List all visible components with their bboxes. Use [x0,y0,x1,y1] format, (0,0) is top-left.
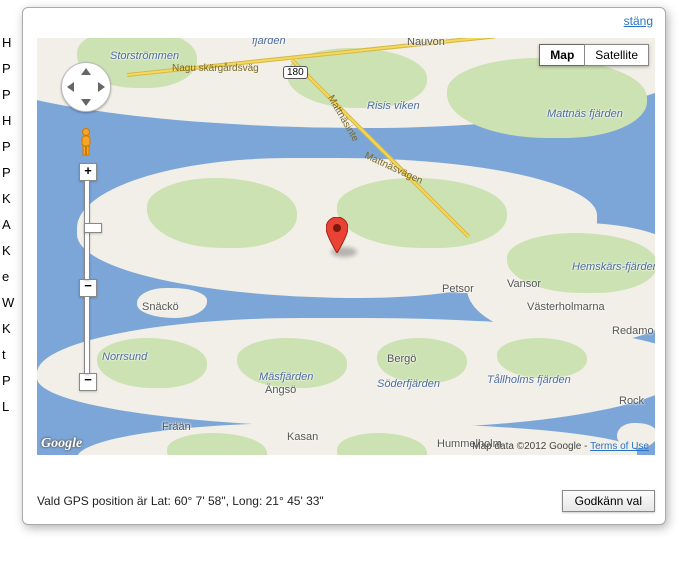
background-page-fragments: HPP HPP KAK eWK tPL [0,30,14,420]
place-label: Norrsund [102,351,147,363]
zoom-out-button[interactable]: − [79,279,97,297]
map-marker-icon[interactable] [326,217,348,253]
map-type-control: Map Satellite [539,44,649,66]
place-label: Rock [619,395,644,407]
place-label: Söderfjärden [377,378,440,390]
place-label: fjärden [252,38,286,47]
place-label: Kasan [287,431,318,443]
zoom-slider-thumb[interactable] [84,223,102,233]
map-attribution: Map data ©2012 Google - Terms of Use [472,441,649,452]
place-label: Hemskärs-fjärden [572,261,655,273]
pan-right-icon[interactable] [98,82,105,92]
road-label: Nagu skärgårdsväg [172,63,259,74]
place-label: Vansor [507,278,541,290]
place-label: Bergö [387,353,416,365]
pan-left-icon[interactable] [67,82,74,92]
zoom-control: + − − [79,163,95,391]
map-type-map-button[interactable]: Map [539,44,584,66]
place-label: Risis viken [367,100,420,112]
terms-link[interactable]: Terms of Use [590,441,649,452]
zoom-slider-track-lower[interactable] [84,296,90,374]
place-label: Snäckö [142,301,179,313]
place-label: Mattnäs fjärden [547,108,623,120]
place-label: Frään [162,421,191,433]
place-label: Petsor [442,283,474,295]
road-shield: 180 [283,66,308,79]
pan-up-icon[interactable] [81,68,91,75]
pan-control [61,62,111,112]
place-label: Tållholms fjärden [487,374,571,386]
gps-status-text: Vald GPS position är Lat: 60° 7' 58", Lo… [37,494,324,508]
place-label: Nauvon [407,38,445,48]
map-canvas[interactable]: Nagu skärgårdsväg Mattnäsinte Mattnäsväg… [37,38,655,455]
accept-button[interactable]: Godkänn val [562,490,655,512]
map-picker-dialog: stäng Nagu skärgårdsväg Mattnäsinte Matt… [22,7,666,525]
google-logo: Google [41,436,82,452]
place-label: Västerholmarna [527,301,605,313]
place-label: Storströmmen [110,50,179,62]
place-label: Mäsfjärden [259,371,313,383]
zoom-slider-track[interactable] [84,180,90,280]
zoom-out-button-2[interactable]: − [79,373,97,391]
zoom-in-button[interactable]: + [79,163,97,181]
place-label: Ängsö [265,384,296,396]
pegman-icon[interactable] [77,128,95,156]
pan-down-icon[interactable] [81,99,91,106]
place-label: Redamo [612,325,654,337]
map-type-satellite-button[interactable]: Satellite [584,44,649,66]
close-link[interactable]: stäng [624,14,653,28]
